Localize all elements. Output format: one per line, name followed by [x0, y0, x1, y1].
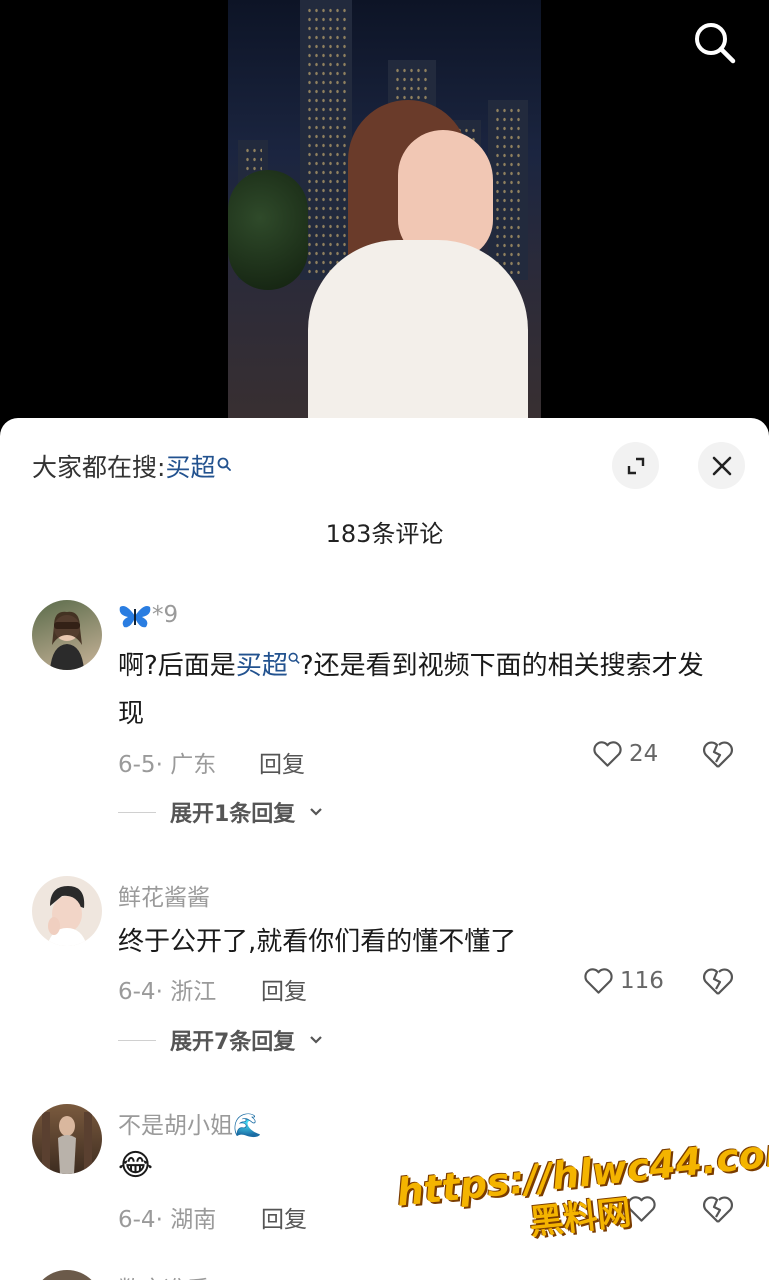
heart-icon — [627, 1196, 656, 1222]
like-button[interactable]: 24 — [592, 740, 658, 768]
expand-replies-button[interactable]: 展开1条回复 — [118, 796, 323, 828]
heart-icon — [593, 741, 622, 767]
search-small-icon — [217, 450, 232, 479]
date-location: 6-4· 湖南 — [118, 1207, 217, 1233]
comment-item: 不是胡小姐🌊 😂 6-4· 湖南 回复 — [0, 1102, 769, 1242]
like-button[interactable]: 116 — [583, 967, 664, 995]
chevron-down-icon — [310, 808, 323, 816]
chevron-down-icon — [310, 1036, 323, 1044]
reply-button[interactable]: 回复 — [261, 972, 307, 1006]
username[interactable]: 数字准系 — [118, 1270, 210, 1280]
comment-text-part: 啊?后面是 — [118, 651, 236, 681]
trending-term[interactable]: 买超 — [165, 453, 215, 482]
comments-panel: 大家都在搜:买超 183条评论 *9 啊?后面是买超 ?还是看到视频下面的相关搜… — [0, 418, 769, 1280]
search-term-link[interactable]: 买超 — [236, 651, 288, 681]
comment-text: 终于公开了,就看你们看的懂不懂了 — [118, 927, 517, 957]
like-count: 116 — [620, 968, 664, 994]
username[interactable]: 不是胡小姐🌊 — [118, 1106, 262, 1140]
dislike-button[interactable] — [702, 1195, 734, 1229]
search-small-icon — [288, 652, 300, 664]
video-frame — [228, 0, 541, 440]
close-button[interactable] — [698, 442, 745, 489]
avatar[interactable] — [32, 876, 102, 946]
expand-icon — [627, 457, 644, 474]
dislike-button[interactable] — [702, 967, 734, 1001]
close-icon — [712, 456, 731, 475]
search-icon[interactable] — [690, 18, 738, 66]
broken-heart-icon — [703, 741, 733, 768]
expand-replies-label: 展开7条回复 — [170, 1030, 296, 1055]
butterfly-icon — [119, 605, 151, 627]
panel-header: 大家都在搜:买超 — [0, 418, 769, 513]
like-count: 24 — [629, 741, 659, 767]
comment-text: 😂 — [118, 1148, 154, 1183]
reply-button[interactable]: 回复 — [261, 1200, 307, 1234]
trending-search[interactable]: 大家都在搜:买超 — [32, 448, 232, 484]
date-location: 6-4· 浙江 — [118, 979, 217, 1005]
reply-button[interactable]: 回复 — [259, 745, 305, 779]
broken-heart-icon — [703, 1196, 733, 1223]
expand-replies-label: 展开1条回复 — [170, 802, 296, 827]
avatar[interactable] — [32, 1104, 102, 1174]
comment-text: 啊?后面是买超 ?还是看到视频下面的相关搜索才发现 — [118, 642, 728, 738]
username[interactable]: 鲜花酱酱 — [118, 878, 210, 912]
username-text: *9 — [152, 602, 179, 628]
heart-icon — [584, 968, 613, 994]
broken-heart-icon — [703, 968, 733, 995]
video-player[interactable] — [0, 0, 769, 440]
trending-prefix: 大家都在搜: — [32, 453, 166, 482]
date-location: 6-5· 广东 — [118, 752, 217, 778]
dislike-button[interactable] — [702, 740, 734, 774]
comment-count: 183条评论 — [325, 520, 444, 548]
video-subject — [288, 100, 538, 440]
comment-item: *9 啊?后面是买超 ?还是看到视频下面的相关搜索才发现 6-5· 广东 回复 2… — [0, 598, 769, 838]
avatar[interactable] — [32, 600, 102, 670]
like-button[interactable] — [626, 1195, 663, 1223]
comment-item: 数字准系 — [0, 1268, 769, 1280]
expand-panel-button[interactable] — [612, 442, 659, 489]
comment-item: 鲜花酱酱 终于公开了,就看你们看的懂不懂了 6-4· 浙江 回复 116 展开7… — [0, 874, 769, 1074]
avatar[interactable] — [32, 1270, 102, 1280]
username[interactable]: *9 — [118, 602, 178, 629]
expand-replies-button[interactable]: 展开7条回复 — [118, 1024, 323, 1056]
